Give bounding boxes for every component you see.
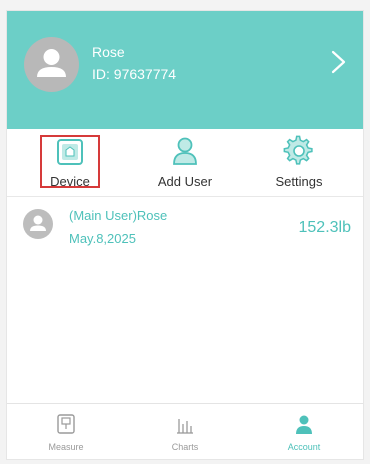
account-screen: Rose ID: 97637774 Device Add User Settin… xyxy=(7,11,363,459)
weight-value: 152.3lb xyxy=(298,219,352,236)
user-silhouette-icon xyxy=(30,215,46,231)
bar-chart-icon xyxy=(177,419,193,434)
tab-measure-label: Measure xyxy=(48,442,84,452)
add-user-label: Add User xyxy=(157,174,213,189)
tab-measure[interactable]: Measure xyxy=(7,404,125,459)
settings-button[interactable]: Settings xyxy=(261,129,337,196)
profile-id: ID: 97637774 xyxy=(92,66,177,82)
user-silhouette-icon xyxy=(37,49,66,77)
account-icon xyxy=(296,415,312,434)
profile-header[interactable]: Rose ID: 97637774 xyxy=(7,11,363,129)
scale-icon xyxy=(57,414,75,434)
user-name: (Main User)Rose xyxy=(69,208,168,223)
measure-date: May.8,2025 xyxy=(69,231,136,246)
user-avatar xyxy=(23,209,53,239)
tab-charts-label: Charts xyxy=(171,442,199,452)
app-frame: Rose ID: 97637774 Device Add User Settin… xyxy=(0,0,370,464)
tab-charts[interactable]: Charts xyxy=(126,404,244,459)
avatar xyxy=(24,37,79,92)
add-user-button[interactable]: Add User xyxy=(147,129,223,196)
settings-label: Settings xyxy=(275,174,323,189)
device-highlight-box xyxy=(40,135,100,188)
add-user-icon xyxy=(173,137,197,165)
tab-account-label: Account xyxy=(287,442,321,452)
profile-name: Rose xyxy=(92,44,125,60)
tab-account[interactable]: Account xyxy=(245,404,363,459)
user-list-item[interactable]: (Main User)Rose May.8,2025 152.3lb xyxy=(7,197,363,259)
chevron-right-icon[interactable] xyxy=(329,47,349,77)
gear-icon xyxy=(283,135,313,165)
bottom-nav: Measure Charts Account xyxy=(7,403,363,459)
